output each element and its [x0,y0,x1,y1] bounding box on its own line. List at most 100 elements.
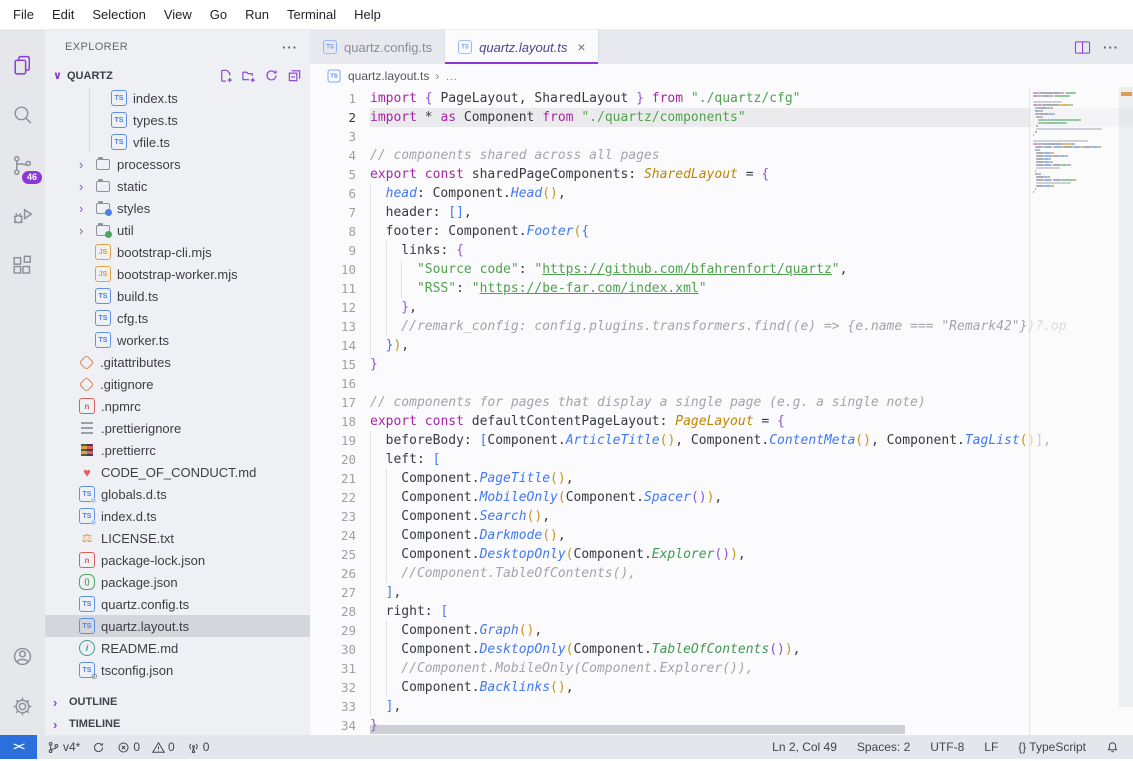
code-line-24[interactable]: 24Component.Darkmode(), [310,526,1133,545]
status-sync[interactable] [86,735,111,759]
tree-item-index-ts[interactable]: TSindex.ts [45,87,310,109]
menu-file[interactable]: File [4,0,43,29]
code-line-29[interactable]: 29Component.Graph(), [310,621,1133,640]
code-line-13[interactable]: 13//remark_config: config.plugins.transf… [310,317,1133,336]
code-line-22[interactable]: 22Component.MobileOnly(Component.Spacer(… [310,488,1133,507]
code-line-12[interactable]: 12}, [310,298,1133,317]
tree-item-gitignore[interactable]: .gitignore [45,373,310,395]
split-editor-icon[interactable] [1074,40,1091,55]
code-line-19[interactable]: 19beforeBody: [Component.ArticleTitle(),… [310,431,1133,450]
new-folder-icon[interactable] [241,68,256,83]
status-bell[interactable] [1100,735,1125,759]
tree-item-cfg-ts[interactable]: TScfg.ts [45,307,310,329]
tree-item-code-of-conduct-md[interactable]: ♥CODE_OF_CONDUCT.md [45,461,310,483]
status-lf[interactable]: LF [978,735,1004,759]
code-line-15[interactable]: 15} [310,355,1133,374]
code-line-28[interactable]: 28right: [ [310,602,1133,621]
refresh-icon[interactable] [264,68,279,83]
code-line-6[interactable]: 6head: Component.Head(), [310,184,1133,203]
status-warning[interactable]: 0 [146,735,181,759]
activity-search[interactable] [0,90,45,140]
sidebar-more-button[interactable]: ··· [282,40,298,55]
code-line-26[interactable]: 26//Component.TableOfContents(), [310,564,1133,583]
activity-explorer[interactable] [0,40,45,90]
code-line-4[interactable]: 4// components shared across all pages [310,146,1133,165]
tree-item-package-lock-json[interactable]: npackage-lock.json [45,549,310,571]
editor-more-icon[interactable]: ··· [1103,40,1119,55]
menu-edit[interactable]: Edit [43,0,83,29]
tree-item-license-txt[interactable]: ⚖LICENSE.txt [45,527,310,549]
status-tower[interactable]: 0 [181,735,216,759]
close-icon[interactable]: × [577,40,585,54]
menu-selection[interactable]: Selection [83,0,154,29]
tree-item-index-d-ts[interactable]: TSindex.d.ts [45,505,310,527]
status-branch[interactable]: v4* [41,735,86,759]
collapse-all-icon[interactable] [287,68,302,83]
tree-item-package-json[interactable]: {}package.json [45,571,310,593]
code-line-5[interactable]: 5export const sharedPageComponents: Shar… [310,165,1133,184]
new-file-icon[interactable] [218,68,233,83]
code-line-25[interactable]: 25Component.DesktopOnly(Component.Explor… [310,545,1133,564]
code-line-16[interactable]: 16 [310,374,1133,393]
tree-item-tsconfig-json[interactable]: TStsconfig.json [45,659,310,681]
code-line-9[interactable]: 9links: { [310,241,1133,260]
code-line-20[interactable]: 20left: [ [310,450,1133,469]
code-line-14[interactable]: 14}), [310,336,1133,355]
tree-item-worker-ts[interactable]: TSworker.ts [45,329,310,351]
menu-help[interactable]: Help [345,0,390,29]
code-line-3[interactable]: 3 [310,127,1133,146]
code-line-32[interactable]: 32Component.Backlinks(), [310,678,1133,697]
code-line-21[interactable]: 21Component.PageTitle(), [310,469,1133,488]
panel-timeline[interactable]: ›TIMELINE [45,713,310,735]
code-line-33[interactable]: 33], [310,697,1133,716]
tree-item-bootstrap-cli-mjs[interactable]: JSbootstrap-cli.mjs [45,241,310,263]
explorer-section-header[interactable]: ∨ QUARTZ [45,64,310,87]
menu-go[interactable]: Go [201,0,236,29]
activity-accounts[interactable] [0,631,45,681]
tab-quartz-layout-ts[interactable]: TSquartz.layout.ts× [445,30,598,64]
tree-item-npmrc[interactable]: n.npmrc [45,395,310,417]
code-line-23[interactable]: 23Component.Search(), [310,507,1133,526]
code-line-27[interactable]: 27], [310,583,1133,602]
code-line-31[interactable]: 31//Component.MobileOnly(Component.Explo… [310,659,1133,678]
tree-item-bootstrap-worker-mjs[interactable]: JSbootstrap-worker.mjs [45,263,310,285]
status-typescript[interactable]: {}TypeScript [1012,735,1092,759]
breadcrumb-symbol[interactable]: … [445,69,457,83]
code-line-7[interactable]: 7header: [], [310,203,1133,222]
horizontal-scrollbar[interactable] [370,725,905,734]
status-ln-2-col-49[interactable]: Ln 2, Col 49 [766,735,843,759]
code-line-18[interactable]: 18export const defaultContentPageLayout:… [310,412,1133,431]
menu-run[interactable]: Run [236,0,278,29]
activity-run-debug[interactable] [0,190,45,240]
status-error[interactable]: 0 [111,735,146,759]
tree-item-styles[interactable]: ›styles [45,197,310,219]
status-utf-8[interactable]: UTF-8 [924,735,970,759]
menu-view[interactable]: View [155,0,201,29]
tree-item-gitattributes[interactable]: .gitattributes [45,351,310,373]
tree-item-globals-d-ts[interactable]: TSglobals.d.ts [45,483,310,505]
tree-item-util[interactable]: ›util [45,219,310,241]
tree-item-readme-md[interactable]: iREADME.md [45,637,310,659]
tree-item-prettierignore[interactable]: .prettierignore [45,417,310,439]
editor-code-area[interactable]: 1import { PageLayout, SharedLayout } fro… [310,87,1133,735]
code-line-10[interactable]: 10"Source code": "https://github.com/bfa… [310,260,1133,279]
panel-outline[interactable]: ›OUTLINE [45,691,310,713]
minimap[interactable] [1029,87,1133,735]
code-line-17[interactable]: 17// components for pages that display a… [310,393,1133,412]
tree-item-vfile-ts[interactable]: TSvfile.ts [45,131,310,153]
tree-item-quartz-layout-ts[interactable]: TSquartz.layout.ts [45,615,310,637]
remote-indicator[interactable]: >< [0,735,37,759]
status-spaces-2[interactable]: Spaces: 2 [851,735,916,759]
activity-extensions[interactable] [0,240,45,290]
code-line-2[interactable]: 2import * as Component from "./quartz/co… [310,108,1133,127]
code-line-11[interactable]: 11"RSS": "https://be-far.com/index.xml" [310,279,1133,298]
code-line-8[interactable]: 8footer: Component.Footer({ [310,222,1133,241]
tree-item-static[interactable]: ›static [45,175,310,197]
menu-terminal[interactable]: Terminal [278,0,345,29]
breadcrumb-file[interactable]: quartz.layout.ts [348,69,429,83]
tree-item-quartz-config-ts[interactable]: TSquartz.config.ts [45,593,310,615]
tree-item-processors[interactable]: ›processors [45,153,310,175]
code-line-30[interactable]: 30Component.DesktopOnly(Component.TableO… [310,640,1133,659]
code-line-1[interactable]: 1import { PageLayout, SharedLayout } fro… [310,89,1133,108]
activity-settings[interactable] [0,681,45,731]
